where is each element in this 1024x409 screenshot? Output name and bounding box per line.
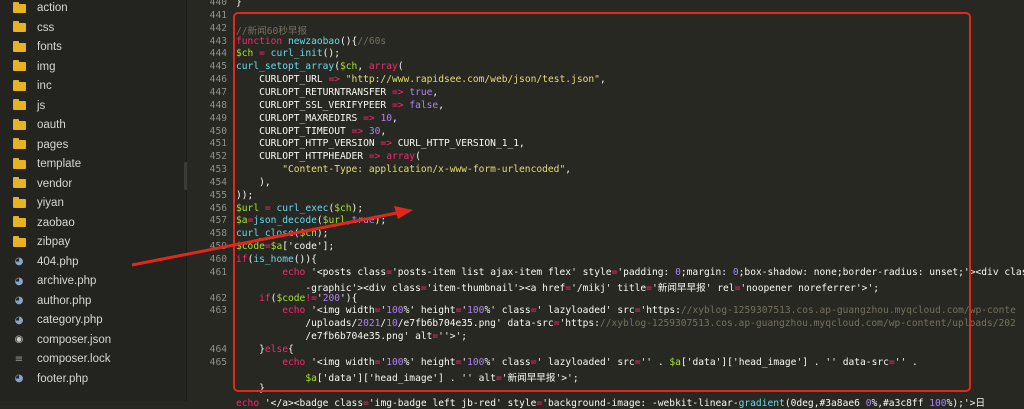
folder-item[interactable]: yiyan [0,193,186,213]
file-item[interactable]: ◕ footer.php [0,369,186,389]
line-number: 440 [209,0,227,8]
line-number: 444 [209,48,227,60]
folder-icon [12,118,26,131]
folder-item[interactable]: fonts [0,37,186,57]
folder-icon [12,60,26,72]
php-file-icon: ◕ [14,373,24,384]
file-item[interactable]: ≡ composer.lock [0,349,186,369]
folder-icon [12,99,26,111]
line-number: 451 [209,138,227,150]
folder-item[interactable]: js [0,96,186,116]
folder-item[interactable]: zaobao [0,213,186,233]
line-number: 442 [209,22,227,34]
line-number: 446 [209,74,227,86]
line-number: 454 [209,176,227,188]
folder-item[interactable]: css [0,18,186,38]
tree-item-label: pages [37,138,69,151]
tree-item-label: template [37,158,82,170]
folder-icon [12,21,26,33]
tree-item-label: zaobao [37,216,75,229]
php-file-icon: ◕ [14,314,24,326]
folder-icon [12,216,26,228]
line-number: 465 [209,356,227,368]
file-item[interactable]: ◕ category.php [0,310,186,330]
line-number: 464 [209,343,227,355]
tree-item-label: img [37,60,56,73]
tree-item-label: zibpay [37,236,71,248]
tree-item-label: vendor [37,177,73,190]
tree-item-label: oauth [37,119,66,131]
line-number: 452 [209,151,227,163]
tree-item-label: author.php [37,294,92,307]
line-number: 449 [209,112,227,124]
line-number: 462 [209,292,227,304]
line-number: 461 [209,266,227,278]
line-number: 450 [209,125,227,137]
file-item[interactable]: ◕ author.php [0,291,186,311]
line-number: 447 [209,86,227,98]
php-file-icon: ◕ [14,295,24,306]
line-number: 457 [209,215,227,227]
line-number: 441 [209,9,227,21]
line-number: 459 [209,241,227,253]
code-line[interactable]: echo '</a><badge class='img-badge left j… [236,395,985,409]
folder-icon [12,177,26,189]
folder-icon [12,138,26,150]
file-item[interactable]: ◕ 404.php [0,252,186,272]
line-number: 456 [209,202,227,214]
line-number-gutter: 440 441 442 443 444 445 446 447 448 449 450 451 452 4… [187,0,227,401]
line-number: 463 [209,305,227,317]
tree-item-label: composer.lock [37,353,111,365]
line-number: 443 [209,35,227,47]
json-file-icon: ◉ [14,334,24,345]
tree-item-label: archive.php [37,275,97,287]
tree-item-label: 404.php [37,255,79,268]
folder-item[interactable]: template [0,154,186,174]
folder-icon [12,157,26,170]
folder-icon [12,196,26,209]
tree-item-label: fonts [37,41,62,53]
tree-item-label: css [37,21,55,34]
folder-icon [12,79,26,92]
file-explorer-sidebar: action css fonts img inc js oauth pages template… [0,0,187,401]
file-item[interactable]: ◉ composer.json [0,330,186,350]
tree-item-label: composer.json [37,333,112,346]
php-file-icon: ◕ [14,256,24,267]
line-number: 458 [209,228,227,240]
line-number: 448 [209,99,227,111]
line-number: 460 [209,254,227,265]
folder-icon [12,235,26,248]
folder-item[interactable]: action [0,0,186,18]
tree-item-label: yiyan [37,197,64,209]
tree-item-label: js [37,99,46,112]
folder-item[interactable]: pages [0,135,186,155]
folder-item[interactable]: vendor [0,174,186,194]
code-line[interactable]: } [236,0,242,8]
file-icon: ≡ [14,353,24,365]
line-number: 453 [209,164,227,176]
tree-item-label: footer.php [37,372,89,385]
tree-item-label: inc [37,80,52,92]
annotation-highlight-box [233,12,971,392]
line-number: 445 [209,61,227,73]
line-number: 455 [209,189,227,201]
file-item[interactable]: ◕ archive.php [0,271,186,291]
folder-item[interactable]: img [0,57,186,77]
folder-icon [12,40,26,53]
folder-item[interactable]: inc [0,76,186,96]
folder-icon [12,1,26,14]
tree-item-label: category.php [37,314,103,326]
php-file-icon: ◕ [14,275,24,287]
folder-item[interactable]: oauth [0,115,186,135]
folder-item[interactable]: zibpay [0,232,186,252]
tree-item-label: action [37,2,68,14]
